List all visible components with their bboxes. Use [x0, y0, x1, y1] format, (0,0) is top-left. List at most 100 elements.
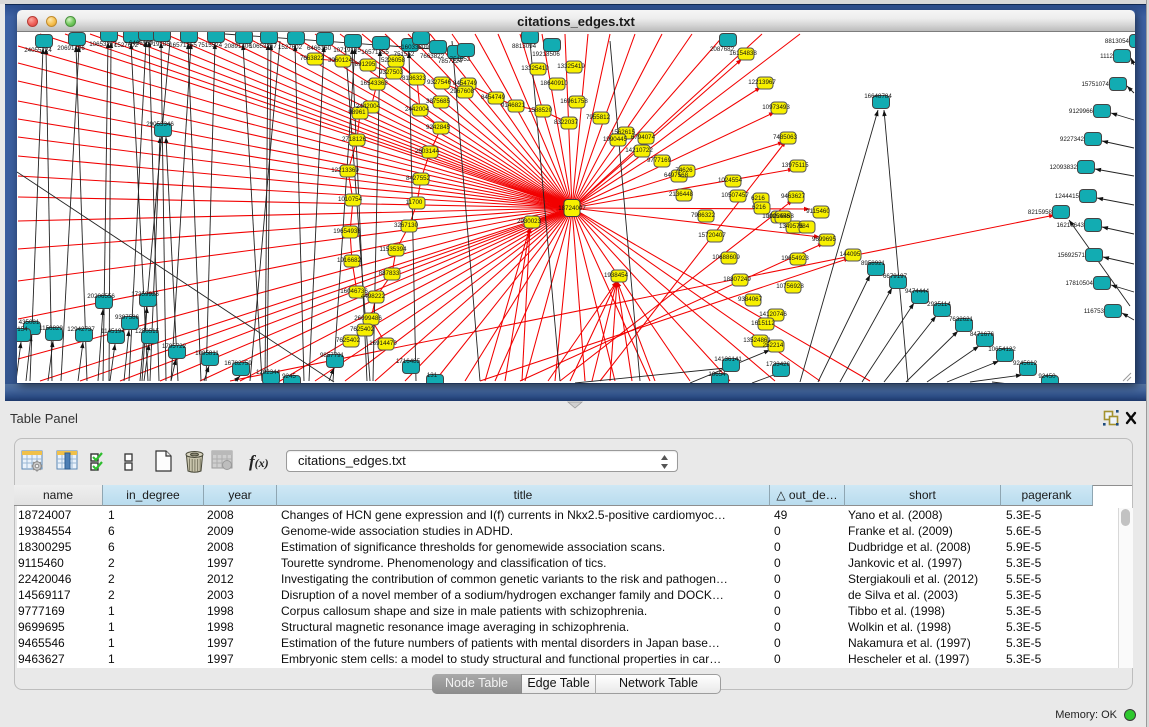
svg-text:2136448: 2136448	[669, 191, 694, 198]
svg-text:10654122: 10654122	[988, 346, 1016, 353]
svg-text:8186323: 8186323	[402, 75, 427, 82]
svg-text:14120746: 14120746	[759, 311, 787, 318]
svg-text:435081: 435081	[19, 319, 40, 326]
svg-text:10025458: 10025458	[766, 213, 794, 220]
svg-text:3875685: 3875685	[426, 98, 451, 105]
svg-text:15692571: 15692571	[1057, 252, 1085, 259]
svg-text:20891406: 20891406	[224, 43, 252, 50]
svg-text:9327546: 9327546	[427, 79, 452, 86]
svg-text:252214: 252214	[763, 342, 784, 349]
svg-text:7625402: 7625402	[336, 337, 361, 344]
svg-text:1990445: 1990445	[603, 136, 628, 143]
svg-text:9397586: 9397586	[115, 314, 140, 321]
svg-text:16210643: 16210643	[1056, 222, 1084, 229]
svg-text:9699695: 9699695	[812, 236, 837, 243]
svg-text:9245: 9245	[282, 373, 296, 380]
svg-text:1716485: 1716485	[396, 358, 421, 365]
svg-text:16571355: 16571355	[169, 42, 197, 49]
svg-text:9242845: 9242845	[426, 124, 451, 131]
svg-text:15751074: 15751074	[1081, 81, 1109, 88]
svg-text:8813054: 8813054	[1105, 38, 1130, 45]
svg-text:9463627: 9463627	[781, 193, 806, 200]
svg-text:2718126: 2718126	[342, 136, 367, 143]
svg-text:1795722: 1795722	[162, 343, 187, 350]
svg-text:10756928: 10756928	[776, 283, 804, 290]
svg-text:10507457: 10507457	[721, 192, 749, 199]
svg-text:13975115: 13975115	[781, 162, 809, 169]
svg-text:9384067: 9384067	[738, 296, 763, 303]
svg-text:1938454: 1938454	[604, 272, 629, 279]
svg-text:19218506: 19218506	[532, 51, 560, 58]
svg-text:11535394: 11535394	[379, 246, 407, 253]
svg-text:9129966: 9129966	[1069, 108, 1094, 115]
svg-text:1156829: 1156829	[39, 325, 63, 332]
svg-text:16033809: 16033809	[401, 44, 429, 51]
svg-text:7515524: 7515524	[198, 42, 223, 49]
svg-text:4498222: 4498222	[361, 293, 386, 300]
svg-text:16782759: 16782759	[224, 360, 252, 367]
svg-text:8813094: 8813094	[512, 43, 537, 50]
svg-text:18807249: 18807249	[723, 276, 751, 283]
svg-text:16914479: 16914479	[369, 340, 397, 347]
svg-text:16571355: 16571355	[361, 49, 389, 56]
svg-text:2930023: 2930023	[517, 218, 542, 225]
svg-text:1244415: 1244415	[1055, 193, 1080, 200]
svg-text:8322037: 8322037	[554, 119, 579, 126]
svg-text:16961758: 16961758	[560, 98, 588, 105]
svg-text:92450: 92450	[1038, 373, 1056, 380]
svg-text:7663822: 7663822	[300, 55, 325, 62]
svg-text:9227342: 9227342	[1060, 136, 1085, 143]
svg-text:16154838: 16154838	[729, 50, 757, 57]
svg-text:1588520: 1588520	[528, 107, 553, 114]
svg-text:13325419: 13325419	[521, 65, 549, 72]
svg-text:8454749: 8454749	[453, 80, 478, 87]
svg-text:2967608: 2967608	[450, 88, 475, 95]
svg-text:24055724: 24055724	[24, 47, 52, 54]
svg-text:19654923: 19654923	[781, 255, 809, 262]
svg-text:12942737: 12942737	[67, 326, 95, 333]
svg-text:1250515: 1250515	[135, 328, 160, 335]
svg-text:12213967: 12213967	[748, 79, 776, 86]
svg-text:2935114: 2935114	[927, 301, 951, 308]
svg-text:9474444: 9474444	[905, 288, 930, 295]
svg-text:6216: 6216	[752, 204, 766, 211]
svg-text:19654938: 19654938	[333, 228, 361, 235]
svg-text:7986322: 7986322	[691, 212, 716, 219]
svg-text:1733426: 1733426	[766, 361, 791, 368]
svg-text:1112: 1112	[1100, 53, 1113, 60]
svg-text:14210722: 14210722	[625, 147, 653, 154]
svg-text:3267130: 3267130	[394, 222, 419, 229]
svg-text:39154: 39154	[17, 326, 28, 333]
svg-text:1615112: 1615112	[751, 320, 775, 327]
svg-text:9146821: 9146821	[501, 102, 526, 109]
svg-text:10973493: 10973493	[762, 104, 790, 111]
svg-text:10653267: 10653267	[249, 43, 277, 50]
svg-text:1292344: 1292344	[256, 369, 281, 376]
svg-text:6216: 6216	[751, 195, 765, 202]
svg-text:9245612: 9245612	[1013, 360, 1038, 367]
svg-text:1916682: 1916682	[337, 257, 362, 264]
svg-text:2442004: 2442004	[405, 106, 430, 113]
svg-text:131: 131	[427, 372, 438, 379]
svg-text:20206556: 20206556	[87, 293, 115, 300]
svg-text:7632621: 7632621	[949, 316, 974, 323]
svg-text:17359926: 17359926	[131, 291, 159, 298]
svg-text:891295: 891295	[355, 61, 376, 68]
svg-text:751552: 751552	[450, 56, 471, 63]
svg-text:9115460: 9115460	[806, 208, 830, 215]
svg-text:16543362: 16543362	[360, 80, 388, 87]
svg-text:10719185: 10719185	[333, 47, 361, 54]
svg-text:98961: 98961	[348, 109, 366, 116]
svg-text:26099486: 26099486	[354, 315, 382, 322]
svg-text:1095811: 1095811	[195, 350, 219, 357]
svg-text:20691406: 20691406	[57, 45, 85, 52]
svg-text:13325419: 13325419	[557, 63, 585, 70]
svg-text:10654: 10654	[708, 371, 726, 378]
svg-text:887833: 887833	[379, 270, 400, 277]
svg-text:2603144: 2603144	[415, 148, 440, 155]
svg-text:18640910: 18640910	[540, 80, 568, 87]
svg-text:11700: 11700	[406, 199, 423, 206]
svg-text:1527602: 1527602	[278, 44, 303, 51]
svg-text:10688609: 10688609	[712, 254, 740, 261]
svg-text:116753: 116753	[1084, 308, 1105, 315]
